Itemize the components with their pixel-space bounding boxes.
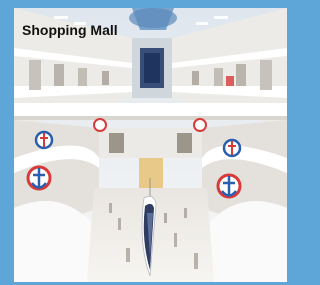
photo-caption: Shopping Mall (22, 22, 118, 38)
photo-card: Shopping Mall (0, 0, 298, 285)
anchor-decoration-2 (216, 173, 242, 199)
anchor-decoration-4 (222, 138, 242, 158)
mall-photo (14, 8, 287, 282)
anchor-decoration-3 (34, 130, 54, 150)
anchor-decoration-1 (26, 165, 52, 191)
mall-atrium-illustration (14, 8, 287, 282)
